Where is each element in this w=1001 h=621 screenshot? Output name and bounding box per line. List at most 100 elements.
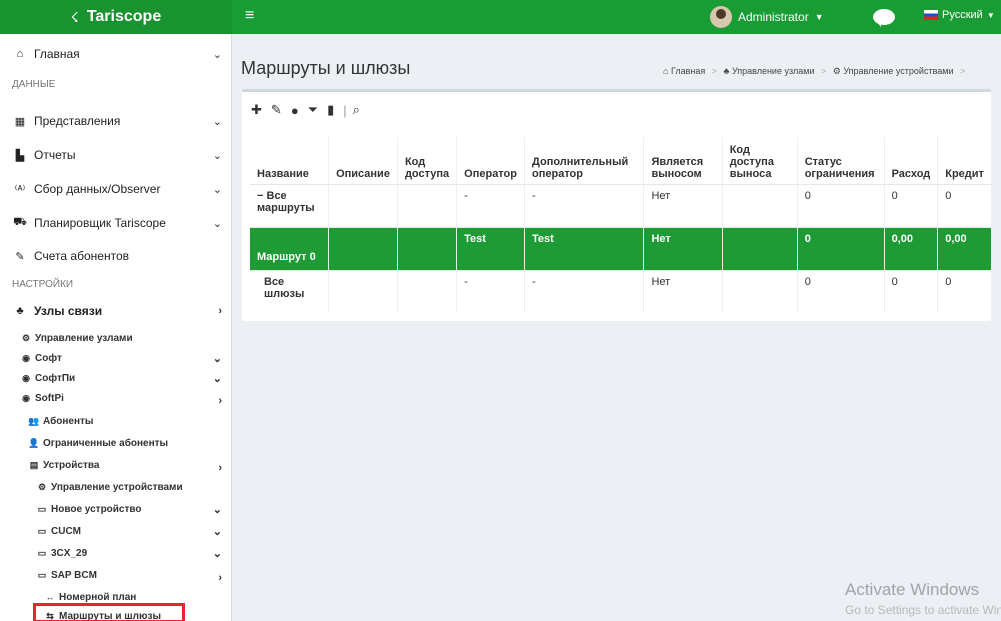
col-header-operator[interactable]: Оператор: [456, 137, 525, 184]
sidebar-item-node-management[interactable]: ⚙ Управление узлами: [0, 331, 232, 345]
table-icon: ▦: [14, 115, 26, 128]
table-row[interactable]: Все шлюзы - - Нет 0 0 0: [250, 269, 991, 313]
top-navbar: ☇ Tariscope ≡ Administrator ▼ Русский ▼: [0, 0, 1001, 34]
toolbar-divider: |: [343, 102, 347, 118]
sidebar-item-sapbcm[interactable]: ▭ SAP BCM ›: [0, 568, 232, 585]
sidebar-item-label: CUCM: [51, 525, 81, 537]
sidebar-item-nodes[interactable]: ♣ Узлы связи ›: [0, 301, 232, 321]
col-header-credit[interactable]: Кредит: [938, 137, 991, 184]
col-header-expense[interactable]: Расход: [884, 137, 939, 184]
breadcrumb-separator: >: [820, 66, 827, 76]
laptop-icon: ▭: [37, 525, 47, 536]
windows-activation-subtext: Go to Settings to activate Windows.: [845, 603, 1001, 617]
disk-icon: ◉: [22, 372, 30, 383]
sidebar-item-label: Номерной план: [59, 591, 137, 603]
sidebar-item-soft[interactable]: ◉ Софт ⌄: [0, 351, 232, 365]
sidebar-item-views[interactable]: ▦ Представления ⌄: [0, 111, 232, 131]
filter-remove-icon[interactable]: ⏷: [308, 102, 318, 118]
routes-panel: ✚ ✎ ● ⏷ ▮ | ⌕ Название Описание Код досту…: [242, 89, 991, 321]
chevron-down-icon: ⌄: [212, 503, 222, 516]
cell-expense: 0: [884, 183, 939, 227]
edit-icon: ✎: [15, 250, 25, 263]
edit-icon[interactable]: ✎: [271, 102, 282, 118]
sidebar-item-label: Абоненты: [43, 415, 94, 427]
disk-icon: ◉: [22, 352, 30, 363]
sidebar-item-reports[interactable]: ▙ Отчеты ⌄: [0, 145, 232, 165]
cell-status: 0: [797, 226, 885, 270]
zoom-icon[interactable]: ⌕: [353, 102, 360, 118]
language-selector[interactable]: Русский ▼: [924, 9, 995, 21]
page-title: Маршруты и шлюзы: [241, 58, 411, 78]
gear-icon: ⚙: [37, 481, 47, 492]
table-row[interactable]: − Все маршруты - - Нет 0 0 0: [250, 183, 991, 227]
sidebar-item-new-device[interactable]: ▭ Новое устройство ⌄: [0, 502, 232, 516]
cell-status: 0: [797, 269, 885, 313]
caret-down-icon: ▼: [986, 10, 995, 20]
sitemap-icon: ♣: [16, 305, 24, 317]
car-icon: ⛟: [13, 216, 27, 228]
comment-icon[interactable]: ●: [291, 103, 299, 118]
cell-desc: [328, 269, 398, 313]
sidebar-item-dialplan[interactable]: ↔ Номерной план: [0, 590, 232, 604]
col-header-name[interactable]: Название: [250, 137, 330, 184]
sidebar-item-label: Устройства: [43, 459, 100, 471]
laptop-icon: ▭: [37, 547, 47, 558]
brand-logo[interactable]: ☇ Tariscope: [0, 0, 232, 34]
col-header-out-code[interactable]: Код доступа выноса: [722, 137, 798, 184]
col-header-code[interactable]: Код доступа: [397, 137, 458, 184]
cell-out-code: [722, 269, 798, 313]
user-name: Administrator: [738, 10, 809, 24]
chevron-down-icon: ⌄: [212, 115, 222, 128]
breadcrumb-item[interactable]: Главная: [671, 66, 705, 76]
table-row-selected[interactable]: Маршрут 0 Test Test Нет 0 0,00 0,00: [250, 226, 991, 270]
home-icon: ⌂: [663, 66, 669, 76]
hamburger-icon[interactable]: ≡: [245, 7, 254, 25]
sidebar-item-devices[interactable]: ▤ Устройства ›: [0, 458, 232, 475]
toolbar: ✚ ✎ ● ⏷ ▮ | ⌕: [251, 102, 369, 118]
sidebar-item-device-management[interactable]: ⚙ Управление устройствами: [0, 480, 232, 494]
sidebar-item-label: Управление устройствами: [51, 481, 183, 493]
avatar: [710, 6, 732, 28]
chat-icon[interactable]: [873, 9, 895, 27]
sidebar-item-softpi-ru[interactable]: ◉ СофтПи ⌄: [0, 371, 232, 385]
trash-icon[interactable]: ▮: [327, 102, 334, 118]
sidebar-item-label: Ограниченные абоненты: [43, 437, 169, 449]
breadcrumb-item[interactable]: Управление узлами: [732, 66, 815, 76]
sidebar-item-softpi[interactable]: ◉ SoftPi ›: [0, 391, 232, 408]
sidebar-item-label: Узлы связи: [34, 304, 103, 318]
cell-out-code: [722, 183, 798, 227]
cell-expense: 0: [884, 269, 939, 313]
sidebar-item-label: Главная: [34, 47, 80, 61]
col-header-status[interactable]: Статус ограничения: [797, 137, 885, 184]
device-icon: ▤: [29, 459, 39, 470]
sidebar-item-label: 3CX_29: [51, 547, 88, 559]
cell-desc: [328, 226, 398, 270]
sidebar-item-scheduler[interactable]: ⛟ Планировщик Tariscope ⌄: [0, 213, 232, 233]
sidebar-item-label: Планировщик Tariscope: [34, 216, 166, 230]
col-header-is-out[interactable]: Является выносом: [643, 137, 723, 184]
sidebar-item-subscribers[interactable]: 👥 Абоненты: [0, 414, 232, 428]
sidebar-item-restricted[interactable]: 👤 Ограниченные абоненты: [0, 436, 232, 450]
sidebar-item-label: Отчеты: [34, 148, 76, 162]
cell-is-out: Нет: [643, 183, 723, 227]
cell-add-operator: -: [524, 183, 645, 227]
tariscope-logo-icon: ☇: [70, 8, 79, 25]
cell-credit: 0,00: [937, 226, 991, 270]
add-icon[interactable]: ✚: [251, 102, 262, 118]
col-header-add-operator[interactable]: Дополнительный оператор: [524, 137, 645, 184]
sidebar-item-cucm[interactable]: ▭ CUCM ⌄: [0, 524, 232, 538]
cell-code: [397, 226, 458, 270]
sidebar-item-3cx29[interactable]: ▭ 3CX_29 ⌄: [0, 546, 232, 560]
cell-name: − Все маршруты: [250, 183, 330, 227]
breadcrumb-item[interactable]: Управление устройствами: [843, 66, 953, 76]
breadcrumb-separator: >: [960, 66, 966, 76]
cell-add-operator: -: [524, 269, 645, 313]
sidebar-item-accounts[interactable]: ✎ Счета абонентов: [0, 246, 232, 266]
user-menu[interactable]: Administrator ▼: [710, 6, 824, 28]
sidebar-item-label: СофтПи: [35, 372, 76, 384]
chevron-down-icon: ⌄: [212, 149, 222, 162]
col-header-desc[interactable]: Описание: [328, 137, 398, 184]
sidebar-item-collect[interactable]: ⁽ᴬ⁾ Сбор данных/Observer ⌄: [0, 179, 232, 199]
sidebar-item-main[interactable]: ⌂ Главная ⌄: [0, 44, 232, 64]
sidebar-item-label: SoftPi: [35, 392, 64, 404]
